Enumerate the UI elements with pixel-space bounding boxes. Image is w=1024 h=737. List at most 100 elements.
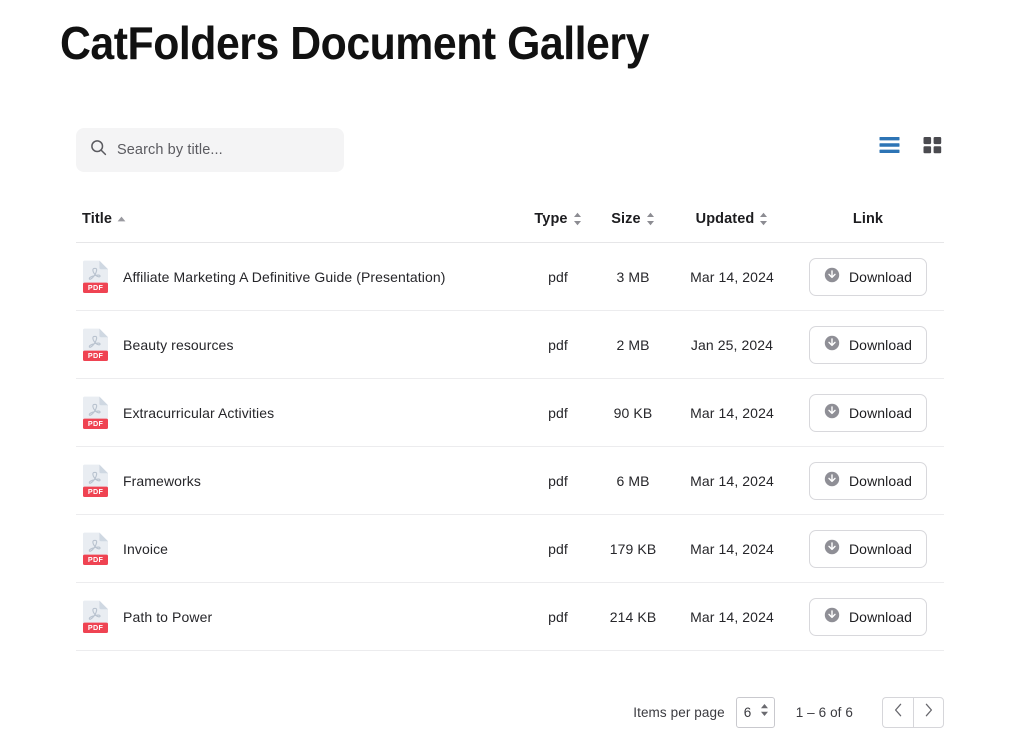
column-header-size[interactable]: Size xyxy=(594,211,672,227)
search-placeholder: Search by title... xyxy=(117,141,223,158)
page-title: CatFolders Document Gallery xyxy=(60,17,649,69)
download-button[interactable]: Download xyxy=(809,257,927,296)
cell-updated: Mar 14, 2024 xyxy=(690,472,774,489)
items-per-page-label: Items per page xyxy=(633,704,725,720)
svg-text:PDF: PDF xyxy=(88,419,104,428)
pdf-file-icon: PDF xyxy=(82,600,109,634)
cell-title: PDF Beauty resources xyxy=(76,328,522,362)
cell-title: PDF Affiliate Marketing A Definitive Gui… xyxy=(76,260,522,294)
table-row[interactable]: PDF Beauty resources pdf 2 MB Jan 25, 20… xyxy=(76,311,944,379)
cell-type: pdf xyxy=(548,268,568,285)
download-icon xyxy=(824,335,840,354)
download-icon xyxy=(824,267,840,286)
cell-type: pdf xyxy=(548,336,568,353)
download-button[interactable]: Download xyxy=(809,461,927,500)
cell-size: 6 MB xyxy=(616,472,650,489)
table-header-row: Title Type Size Updated Link xyxy=(76,195,944,243)
download-button-label: Download xyxy=(848,268,913,285)
cell-type: pdf xyxy=(548,472,568,489)
list-view-icon[interactable] xyxy=(877,134,902,156)
download-icon xyxy=(824,607,840,626)
column-header-type-label: Type xyxy=(534,210,568,227)
svg-text:PDF: PDF xyxy=(88,351,104,360)
cell-title: PDF Path to Power xyxy=(76,600,522,634)
document-title: Invoice xyxy=(123,540,169,557)
cell-link: Download xyxy=(792,257,944,296)
download-button-label: Download xyxy=(848,608,913,625)
document-title: Beauty resources xyxy=(123,336,234,353)
svg-text:PDF: PDF xyxy=(88,283,104,292)
document-title: Path to Power xyxy=(123,608,213,625)
pdf-file-icon: PDF xyxy=(82,328,109,362)
column-header-link-label: Link xyxy=(852,210,884,227)
column-header-type[interactable]: Type xyxy=(522,211,594,227)
cell-type: pdf xyxy=(548,608,568,625)
document-title: Frameworks xyxy=(123,472,202,489)
document-gallery-page: CatFolders Document Gallery Search by ti… xyxy=(0,0,1024,737)
cell-size: 2 MB xyxy=(616,336,650,353)
cell-link: Download xyxy=(792,597,944,636)
sort-both-icon xyxy=(646,212,655,226)
previous-page-button[interactable] xyxy=(882,696,913,728)
cell-link: Download xyxy=(792,529,944,568)
pagination-range: 1 – 6 of 6 xyxy=(795,704,853,720)
download-icon xyxy=(824,471,840,490)
table-row[interactable]: PDF Affiliate Marketing A Definitive Gui… xyxy=(76,243,944,311)
table-row[interactable]: PDF Frameworks pdf 6 MB Mar 14, 2024 Dow… xyxy=(76,447,944,515)
column-header-link: Link xyxy=(792,211,944,227)
sort-asc-icon xyxy=(117,216,126,222)
next-page-button[interactable] xyxy=(913,696,944,728)
stepper-arrows-icon xyxy=(760,702,769,723)
svg-text:PDF: PDF xyxy=(88,487,104,496)
column-header-size-label: Size xyxy=(611,210,641,227)
pdf-file-icon: PDF xyxy=(82,396,109,430)
document-title: Extracurricular Activities xyxy=(123,404,275,421)
items-per-page-stepper[interactable]: 6 xyxy=(735,696,775,728)
cell-updated: Mar 14, 2024 xyxy=(690,404,774,421)
cell-type: pdf xyxy=(548,404,568,421)
cell-title: PDF Extracurricular Activities xyxy=(76,396,522,430)
pdf-file-icon: PDF xyxy=(82,532,109,566)
table-row[interactable]: PDF Path to Power pdf 214 KB Mar 14, 202… xyxy=(76,583,944,651)
cell-size: 179 KB xyxy=(609,540,657,557)
column-header-updated[interactable]: Updated xyxy=(672,211,792,227)
download-button-label: Download xyxy=(848,540,913,557)
cell-type: pdf xyxy=(548,540,568,557)
items-per-page-value: 6 xyxy=(743,704,752,720)
cell-title: PDF Frameworks xyxy=(76,464,522,498)
cell-link: Download xyxy=(792,393,944,432)
documents-table: Title Type Size Updated Link PDF Affilia… xyxy=(76,195,944,651)
download-icon xyxy=(824,403,840,422)
table-body: PDF Affiliate Marketing A Definitive Gui… xyxy=(76,243,944,651)
cell-size: 214 KB xyxy=(609,608,657,625)
search-icon xyxy=(90,139,107,161)
download-button-label: Download xyxy=(848,404,913,421)
document-title: Affiliate Marketing A Definitive Guide (… xyxy=(123,268,446,285)
cell-updated: Mar 14, 2024 xyxy=(690,540,774,557)
download-button[interactable]: Download xyxy=(809,325,927,364)
view-toggle-group xyxy=(877,134,944,156)
cell-size: 3 MB xyxy=(616,268,650,285)
sort-both-icon xyxy=(759,212,768,226)
search-input[interactable]: Search by title... xyxy=(76,128,344,172)
grid-view-icon[interactable] xyxy=(921,134,944,156)
column-header-updated-label: Updated xyxy=(695,210,755,227)
download-button[interactable]: Download xyxy=(809,529,927,568)
table-row[interactable]: PDF Extracurricular Activities pdf 90 KB… xyxy=(76,379,944,447)
cell-size: 90 KB xyxy=(613,404,653,421)
download-button-label: Download xyxy=(848,336,913,353)
cell-updated: Mar 14, 2024 xyxy=(690,608,774,625)
cell-updated: Jan 25, 2024 xyxy=(690,336,774,353)
column-header-title-label: Title xyxy=(82,210,113,227)
svg-text:PDF: PDF xyxy=(88,623,104,632)
gallery-toolbar: Search by title... xyxy=(76,128,944,172)
pagination-nav xyxy=(882,696,944,728)
download-icon xyxy=(824,539,840,558)
download-button[interactable]: Download xyxy=(809,597,927,636)
chevron-right-icon xyxy=(924,703,933,722)
table-row[interactable]: PDF Invoice pdf 179 KB Mar 14, 2024 Down… xyxy=(76,515,944,583)
cell-link: Download xyxy=(792,325,944,364)
sort-both-icon xyxy=(573,212,582,226)
download-button[interactable]: Download xyxy=(809,393,927,432)
column-header-title[interactable]: Title xyxy=(76,211,522,227)
